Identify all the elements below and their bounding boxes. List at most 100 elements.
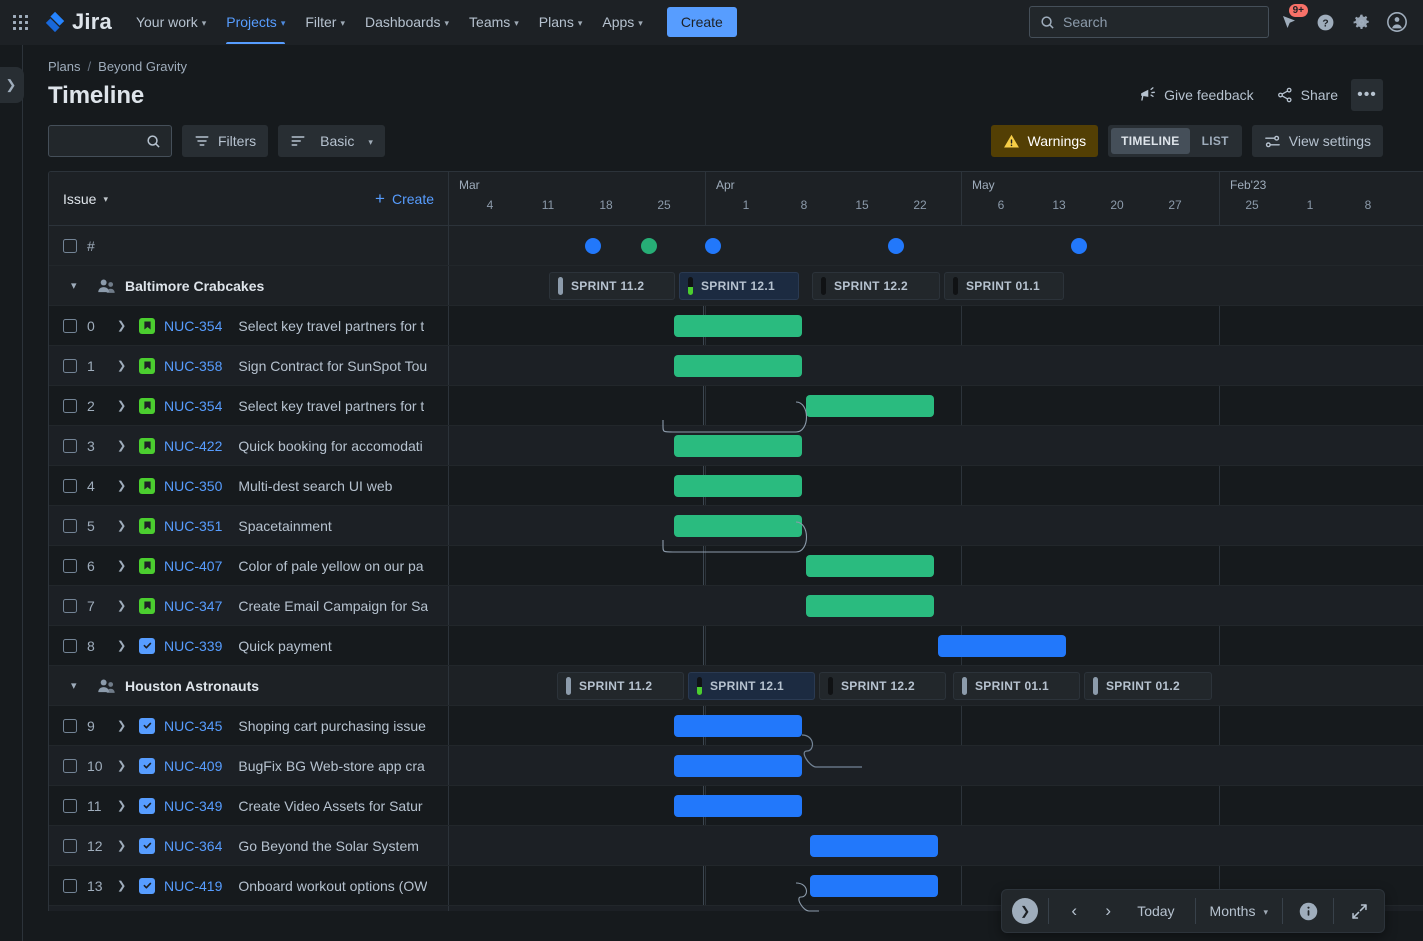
tab-timeline[interactable]: TIMELINE	[1111, 128, 1189, 154]
expand-row-icon[interactable]: ❯	[117, 399, 139, 412]
timeline-bar[interactable]	[806, 555, 934, 577]
breadcrumb-plans[interactable]: Plans	[48, 59, 81, 74]
previous-period-button[interactable]: ‹	[1059, 896, 1089, 926]
timeline-bar[interactable]	[806, 595, 934, 617]
expand-row-icon[interactable]: ❯	[117, 439, 139, 452]
table-row[interactable]: 3 ❯ NUC-422 Quick booking for accomodati	[49, 426, 1423, 466]
sprint-pill-current[interactable]: SPRINT 12.1	[679, 272, 799, 300]
help-button[interactable]: ?	[1309, 6, 1341, 38]
timeline-bar[interactable]	[938, 635, 1066, 657]
sprint-pill[interactable]: SPRINT 01.1	[953, 672, 1080, 700]
sprint-pill[interactable]: SPRINT 11.2	[549, 272, 675, 300]
notifications-button[interactable]: 9+	[1273, 6, 1305, 38]
issue-key[interactable]: NUC-350	[164, 478, 222, 494]
sprint-pill[interactable]: SPRINT 12.2	[819, 672, 946, 700]
issue-key[interactable]: NUC-419	[164, 878, 222, 894]
issue-column-sort[interactable]: Issue ▾	[63, 191, 108, 207]
table-row[interactable]: 10 ❯ NUC-409 BugFix BG Web-store app cra	[49, 746, 1423, 786]
issue-key[interactable]: NUC-351	[164, 518, 222, 534]
nav-item-projects[interactable]: Projects ▾	[216, 0, 295, 44]
breadcrumb-beyond-gravity[interactable]: Beyond Gravity	[98, 59, 187, 74]
sprint-pill[interactable]: SPRINT 12.2	[812, 272, 940, 300]
timeline-bar[interactable]	[674, 715, 802, 737]
tab-list[interactable]: LIST	[1192, 128, 1239, 154]
expand-row-icon[interactable]: ❯	[117, 359, 139, 372]
row-checkbox[interactable]	[63, 479, 77, 493]
table-row[interactable]: 4 ❯ NUC-350 Multi-dest search UI web	[49, 466, 1423, 506]
jira-home-logo[interactable]: Jira	[44, 9, 112, 35]
timeline-bar[interactable]	[674, 515, 802, 537]
row-checkbox[interactable]	[63, 759, 77, 773]
issue-key[interactable]: NUC-407	[164, 558, 222, 574]
table-row[interactable]: 11 ❯ NUC-349 Create Video Assets for Sat…	[49, 786, 1423, 826]
issue-key[interactable]: NUC-422	[164, 438, 222, 454]
nav-item-dashboards[interactable]: Dashboards ▾	[355, 0, 459, 44]
timeline-bar[interactable]	[674, 355, 802, 377]
milestone-dot[interactable]	[705, 238, 721, 254]
expand-row-icon[interactable]: ❯	[117, 759, 139, 772]
row-checkbox[interactable]	[63, 839, 77, 853]
expand-row-icon[interactable]: ❯	[117, 719, 139, 732]
row-checkbox[interactable]	[63, 639, 77, 653]
row-checkbox[interactable]	[63, 799, 77, 813]
row-checkbox[interactable]	[63, 559, 77, 573]
timeline-bar[interactable]	[674, 435, 802, 457]
create-button[interactable]: Create	[667, 7, 737, 37]
next-period-button[interactable]: ›	[1093, 896, 1123, 926]
expand-row-icon[interactable]: ❯	[117, 319, 139, 332]
app-switcher-button[interactable]	[4, 6, 36, 38]
row-checkbox[interactable]	[63, 359, 77, 373]
global-search[interactable]	[1029, 6, 1269, 38]
create-issue-link[interactable]: + Create	[375, 191, 434, 207]
collapse-group-icon[interactable]: ▾	[71, 279, 97, 292]
row-checkbox[interactable]	[63, 519, 77, 533]
nav-item-apps[interactable]: Apps ▾	[592, 0, 652, 44]
group-row-baltimore-crabcakes[interactable]: ▾ Baltimore Crabcakes SPRINT 11.2	[49, 266, 1423, 306]
timeline-bar[interactable]	[810, 835, 938, 857]
row-checkbox[interactable]	[63, 399, 77, 413]
milestone-dot[interactable]	[1071, 238, 1087, 254]
table-row[interactable]: 1 ❯ NUC-358 Sign Contract for SunSpot To…	[49, 346, 1423, 386]
timeline-bar[interactable]	[674, 755, 802, 777]
issue-key[interactable]: NUC-339	[164, 638, 222, 654]
expand-row-icon[interactable]: ❯	[117, 839, 139, 852]
timeline-bar[interactable]	[674, 315, 802, 337]
table-row[interactable]: 0 ❯ NUC-354 Select key travel partners f…	[49, 306, 1423, 346]
timeline-bar[interactable]	[806, 395, 934, 417]
view-settings-button[interactable]: View settings	[1252, 125, 1383, 157]
zoom-level-select[interactable]: Months ▾	[1206, 903, 1272, 919]
info-button[interactable]	[1293, 896, 1323, 926]
nav-item-your-work[interactable]: Your work ▾	[126, 0, 216, 44]
timeline-bar[interactable]	[810, 875, 938, 897]
expand-row-icon[interactable]: ❯	[117, 599, 139, 612]
table-row[interactable]: 2 ❯ NUC-354 Select key travel partners f…	[49, 386, 1423, 426]
table-row[interactable]: 6 ❯ NUC-407 Color of pale yellow on our …	[49, 546, 1423, 586]
row-checkbox[interactable]	[63, 599, 77, 613]
milestone-dot[interactable]	[585, 238, 601, 254]
issue-key[interactable]: NUC-409	[164, 758, 222, 774]
more-actions-button[interactable]: •••	[1351, 79, 1383, 111]
select-all-checkbox[interactable]	[63, 239, 77, 253]
issue-key[interactable]: NUC-364	[164, 838, 222, 854]
nav-item-teams[interactable]: Teams ▾	[459, 0, 529, 44]
table-row[interactable]: 7 ❯ NUC-347 Create Email Campaign for Sa	[49, 586, 1423, 626]
filters-button[interactable]: Filters	[182, 125, 268, 157]
nav-item-filter[interactable]: Filter ▾	[295, 0, 355, 44]
fullscreen-button[interactable]	[1344, 896, 1374, 926]
sprint-pill[interactable]: SPRINT 11.2	[557, 672, 684, 700]
issue-key[interactable]: NUC-345	[164, 718, 222, 734]
search-input[interactable]	[1063, 14, 1258, 30]
expand-row-icon[interactable]: ❯	[117, 879, 139, 892]
group-row-houston-astronauts[interactable]: ▾ Houston Astronauts SPRINT 11.2	[49, 666, 1423, 706]
give-feedback-button[interactable]: Give feedback	[1129, 78, 1263, 111]
timeline-bar[interactable]	[674, 795, 802, 817]
account-avatar[interactable]	[1381, 6, 1413, 38]
expand-row-icon[interactable]: ❯	[117, 479, 139, 492]
issue-key[interactable]: NUC-354	[164, 398, 222, 414]
milestone-dot[interactable]	[641, 238, 657, 254]
sprint-pill[interactable]: SPRINT 01.2	[1084, 672, 1212, 700]
share-button[interactable]: Share	[1267, 79, 1347, 111]
expand-panel-button[interactable]: ❯	[1012, 898, 1038, 924]
settings-button[interactable]	[1345, 6, 1377, 38]
row-checkbox[interactable]	[63, 879, 77, 893]
